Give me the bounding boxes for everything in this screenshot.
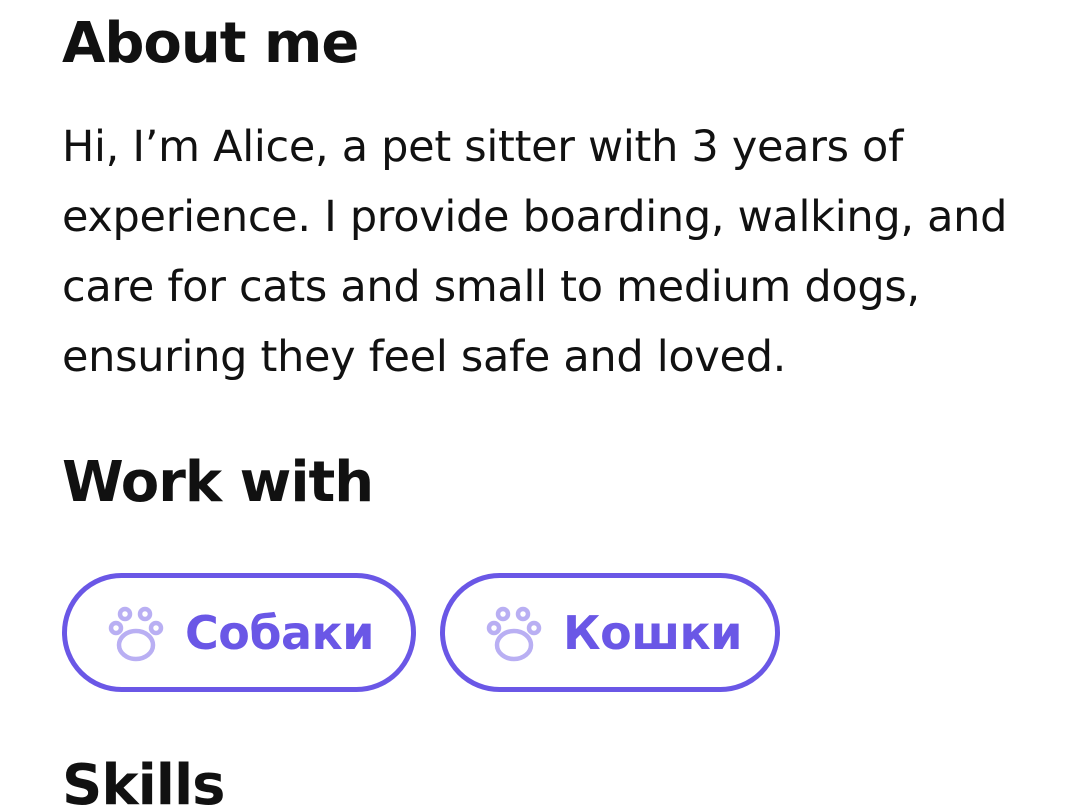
chip-dogs[interactable]: Собаки <box>62 573 416 692</box>
chip-cats[interactable]: Кошки <box>440 573 780 692</box>
about-me-text: Hi, I’m Alice, a pet sitter with 3 years… <box>62 122 1008 382</box>
chip-label: Собаки <box>185 605 374 660</box>
paw-icon <box>485 603 543 663</box>
chip-label: Кошки <box>563 605 743 660</box>
skills-heading: Skills <box>62 753 225 810</box>
about-me-heading: About me <box>62 11 359 76</box>
paw-icon <box>107 603 165 663</box>
work-with-heading: Work with <box>62 450 374 515</box>
work-with-chips: Собаки Кошки <box>62 573 780 692</box>
